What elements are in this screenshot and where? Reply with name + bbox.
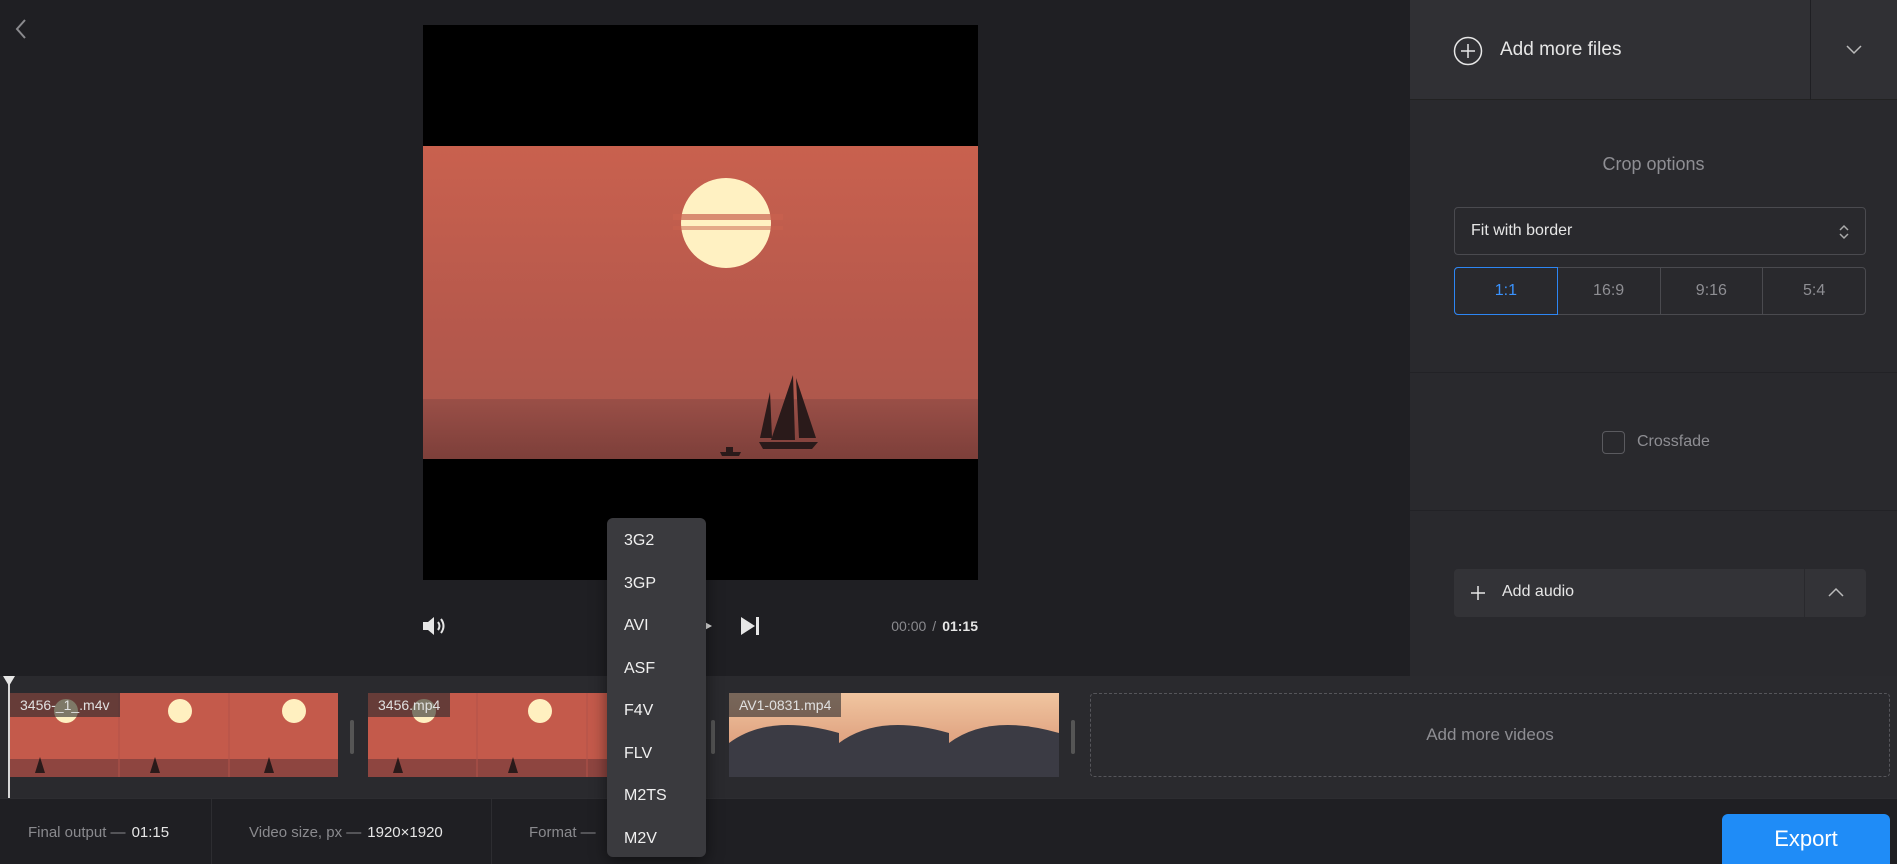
timeline-clip[interactable]: 3456.mp4 (368, 693, 608, 777)
clip-name: AV1-0831.mp4 (729, 693, 842, 717)
timeline-clip[interactable]: AV1-0831.mp4 (729, 693, 1059, 777)
volume-button[interactable] (420, 612, 448, 640)
time-separator: / (932, 618, 937, 634)
timecode: 00:00 / 01:15 (891, 618, 978, 634)
skip-next-icon (741, 617, 759, 635)
format-option-avi[interactable]: AVI (607, 605, 706, 648)
format-option-3gp[interactable]: 3GP (607, 563, 706, 606)
format-option-m2ts[interactable]: M2TS (607, 775, 706, 818)
settings-panel: Add more files Crop options Fit with bor… (1410, 0, 1897, 676)
clip-trim-handle[interactable] (350, 720, 354, 754)
video-size-label: Video size, px — (249, 823, 362, 841)
divider (491, 799, 492, 864)
playhead[interactable] (3, 676, 15, 798)
clip-name: 3456-_1_.m4v (10, 693, 120, 717)
add-more-videos-dropzone[interactable]: Add more videos (1090, 693, 1890, 777)
add-audio-label: Add audio (1502, 583, 1575, 600)
clip-trim-handle[interactable] (711, 720, 715, 754)
add-files-bar: Add more files (1410, 0, 1897, 100)
aspect-ratio-group: 1:1 16:9 9:16 5:4 (1454, 267, 1866, 315)
total-time: 01:15 (942, 618, 978, 634)
video-preview[interactable] (423, 25, 978, 580)
timeline: 3456-_1_.m4v 3456.mp4 AV1-0831.mp4 Add m… (0, 676, 1897, 798)
clip-name: 3456.mp4 (368, 693, 451, 717)
format-label: Format — (529, 823, 596, 841)
final-output-stat: Final output — 01:15 (28, 799, 169, 864)
plus-icon (1471, 586, 1485, 600)
format-stat[interactable]: Format — (529, 799, 596, 864)
plus-circle-icon (1453, 36, 1483, 66)
updown-chevron-icon (1839, 224, 1849, 240)
ratio-1-1-button[interactable]: 1:1 (1454, 267, 1558, 315)
audio-collapse-toggle[interactable] (1805, 569, 1866, 617)
crop-options-title: Crop options (1602, 154, 1705, 174)
format-dropdown-menu: 3G2 3GP AVI ASF F4V FLV M2TS M2V (607, 518, 706, 857)
add-files-label: Add more files (1500, 39, 1622, 60)
format-option-3g2[interactable]: 3G2 (607, 520, 706, 563)
crop-mode-select[interactable]: Fit with border (1454, 207, 1866, 255)
crossfade-checkbox[interactable] (1602, 430, 1625, 454)
add-audio-button[interactable]: Add audio (1454, 569, 1804, 617)
chevron-left-icon (15, 19, 26, 39)
format-option-m2v[interactable]: M2V (607, 818, 706, 861)
add-more-files-button[interactable]: Add more files (1410, 0, 1810, 100)
sunset-sea-image (423, 146, 978, 459)
volume-icon (423, 617, 445, 635)
divider (1410, 510, 1897, 511)
format-option-flv[interactable]: FLV (607, 733, 706, 776)
video-merger-app: 00:00 / 01:15 Add more files Crop options … (0, 0, 1897, 864)
final-output-value: 01:15 (131, 823, 170, 841)
final-output-label: Final output — (28, 823, 126, 841)
video-size-value: 1920×1920 (367, 823, 443, 841)
divider (211, 799, 212, 864)
back-button[interactable] (10, 16, 34, 42)
crossfade-label: Crossfade (1637, 433, 1710, 450)
ratio-16-9-button[interactable]: 16:9 (1558, 268, 1661, 314)
divider (1410, 372, 1897, 373)
video-size-stat: Video size, px — 1920×1920 (249, 799, 443, 864)
format-option-asf[interactable]: ASF (607, 648, 706, 691)
crop-mode-value: Fit with border (1471, 222, 1573, 239)
skip-next-button[interactable] (738, 614, 762, 638)
ratio-5-4-button[interactable]: 5:4 (1763, 268, 1865, 314)
add-files-dropdown-toggle[interactable] (1811, 0, 1897, 100)
timeline-clip[interactable]: 3456-_1_.m4v (10, 693, 338, 777)
format-option-f4v[interactable]: F4V (607, 690, 706, 733)
chevron-down-icon (1846, 45, 1862, 55)
crossfade-toggle[interactable]: Crossfade (1602, 430, 1710, 454)
clip-trim-handle[interactable] (1071, 720, 1075, 754)
export-button[interactable]: Export (1722, 814, 1890, 864)
chevron-up-icon (1828, 587, 1844, 597)
bottom-bar: Final output — 01:15 Video size, px — 19… (0, 798, 1897, 864)
video-frame (423, 146, 978, 459)
current-time: 00:00 (891, 618, 927, 634)
ratio-9-16-button[interactable]: 9:16 (1661, 268, 1764, 314)
